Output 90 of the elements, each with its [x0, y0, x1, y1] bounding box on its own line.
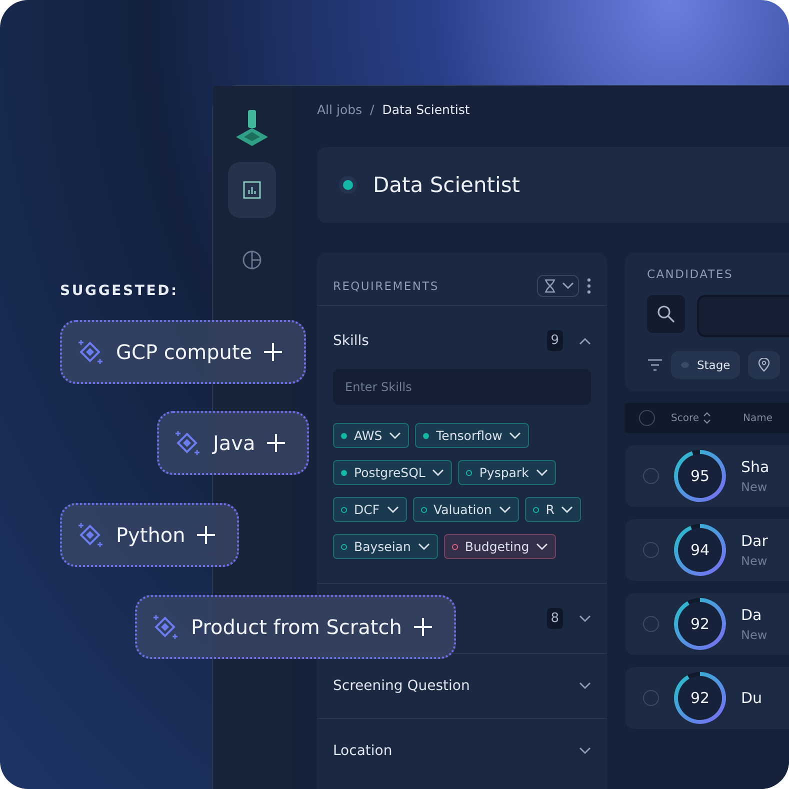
search-field[interactable]: [697, 295, 789, 337]
location-pin-icon: [758, 358, 770, 372]
chevron-up-icon: [579, 336, 591, 344]
candidate-name: Da: [741, 606, 763, 624]
section-title[interactable]: Skills: [333, 332, 369, 348]
bar-chart-icon: [243, 181, 261, 199]
column-header[interactable]: Name: [743, 412, 773, 424]
skill-tag[interactable]: PostgreSQL: [333, 460, 452, 485]
sort-select[interactable]: [537, 275, 579, 297]
panel-title: CANDIDATES: [647, 267, 734, 281]
skill-tag[interactable]: DCF: [333, 497, 407, 522]
breadcrumb-current: Data Scientist: [382, 102, 470, 117]
candidate-row[interactable]: 95 Sha New: [625, 445, 789, 507]
chevron-down-icon: [579, 682, 591, 690]
pie-chart-icon: [242, 250, 262, 270]
suggestion-chip[interactable]: Python: [60, 503, 240, 567]
skill-tag[interactable]: Budgeting: [444, 534, 556, 559]
candidate-name: Dar: [741, 532, 768, 550]
skill-tag[interactable]: Tensorflow: [415, 423, 530, 448]
skill-tag[interactable]: Bayseian: [333, 534, 438, 559]
select-all-checkbox[interactable]: [639, 410, 655, 426]
chevron-down-icon: [386, 506, 399, 514]
plus-icon: [264, 343, 282, 361]
search-button[interactable]: [647, 295, 685, 333]
breadcrumb-link[interactable]: All jobs: [317, 102, 362, 117]
plus-icon: [267, 434, 286, 452]
sparkle-diamond-icon: [76, 338, 104, 366]
chevron-down-icon: [579, 747, 591, 755]
sparkle-diamond-icon: [173, 429, 201, 457]
skill-tag[interactable]: R: [524, 497, 582, 522]
section-title[interactable]: Screening Question: [333, 678, 470, 694]
candidate-name: Du: [741, 689, 762, 707]
suggested-title: SUGGESTED:: [60, 283, 178, 299]
score-ring: [673, 671, 727, 725]
plus-icon: [197, 526, 216, 544]
filter-icon[interactable]: [647, 359, 663, 371]
candidate-row[interactable]: 94 Dar New: [625, 519, 789, 581]
plus-icon: [414, 618, 432, 636]
section-title[interactable]: Location: [333, 743, 392, 759]
score-ring: [673, 449, 727, 503]
hourglass-icon: [542, 278, 558, 294]
panel-title: REQUIREMENTS: [333, 279, 439, 293]
count-badge: 9: [546, 330, 563, 351]
score-value: 95: [690, 467, 710, 485]
chevron-down-icon: [418, 542, 430, 550]
candidate-row[interactable]: 92 Da New: [625, 593, 789, 655]
column-header[interactable]: Score: [671, 412, 712, 424]
row-checkbox[interactable]: [643, 542, 659, 558]
candidate-status: New: [741, 554, 768, 568]
candidate-status: New: [741, 480, 768, 494]
row-checkbox[interactable]: [643, 690, 659, 706]
score-value: 92: [690, 689, 710, 707]
chevron-down-icon: [579, 614, 591, 622]
search-icon: [657, 305, 675, 323]
skill-tag[interactable]: AWS: [333, 423, 410, 448]
more-icon[interactable]: [587, 278, 591, 294]
status-dot: [343, 180, 353, 190]
location-filter-chip[interactable]: [748, 351, 780, 379]
candidate-row[interactable]: 92 Du: [625, 667, 789, 729]
row-checkbox[interactable]: [643, 468, 659, 484]
score-ring: [673, 597, 727, 651]
suggestion-chip[interactable]: GCP compute: [60, 320, 306, 384]
row-checkbox[interactable]: [643, 616, 659, 632]
sparkle-diamond-icon: [76, 521, 104, 549]
logo-icon: [236, 110, 268, 148]
chevron-down-icon: [432, 468, 444, 476]
skills-input[interactable]: Enter Skills: [333, 369, 591, 405]
sort-icon: [703, 412, 712, 424]
suggestion-chip[interactable]: Product from Scratch: [135, 595, 456, 659]
skill-tag[interactable]: Valuation: [412, 497, 519, 522]
sidebar-item[interactable]: [228, 162, 276, 218]
suggestion-chip[interactable]: Java: [157, 411, 310, 475]
candidate-status: New: [741, 628, 768, 642]
sparkle-diamond-icon: [151, 613, 179, 641]
skill-tag[interactable]: Pyspark: [458, 460, 556, 485]
count-badge: 8: [546, 608, 563, 629]
chevron-down-icon: [562, 282, 574, 290]
chevron-down-icon: [498, 506, 511, 514]
score-ring: [673, 523, 727, 577]
job-title: Data Scientist: [373, 173, 520, 197]
chevron-down-icon: [536, 468, 548, 476]
stage-filter-chip[interactable]: Stage: [671, 351, 740, 379]
chevron-down-icon: [561, 506, 574, 514]
breadcrumb-separator: /: [370, 102, 374, 117]
chevron-down-icon: [536, 542, 548, 550]
chevron-down-icon: [509, 432, 522, 440]
score-value: 92: [690, 615, 710, 633]
candidate-name: Sha: [741, 458, 770, 476]
chevron-down-icon: [389, 432, 402, 440]
score-value: 94: [690, 541, 710, 559]
